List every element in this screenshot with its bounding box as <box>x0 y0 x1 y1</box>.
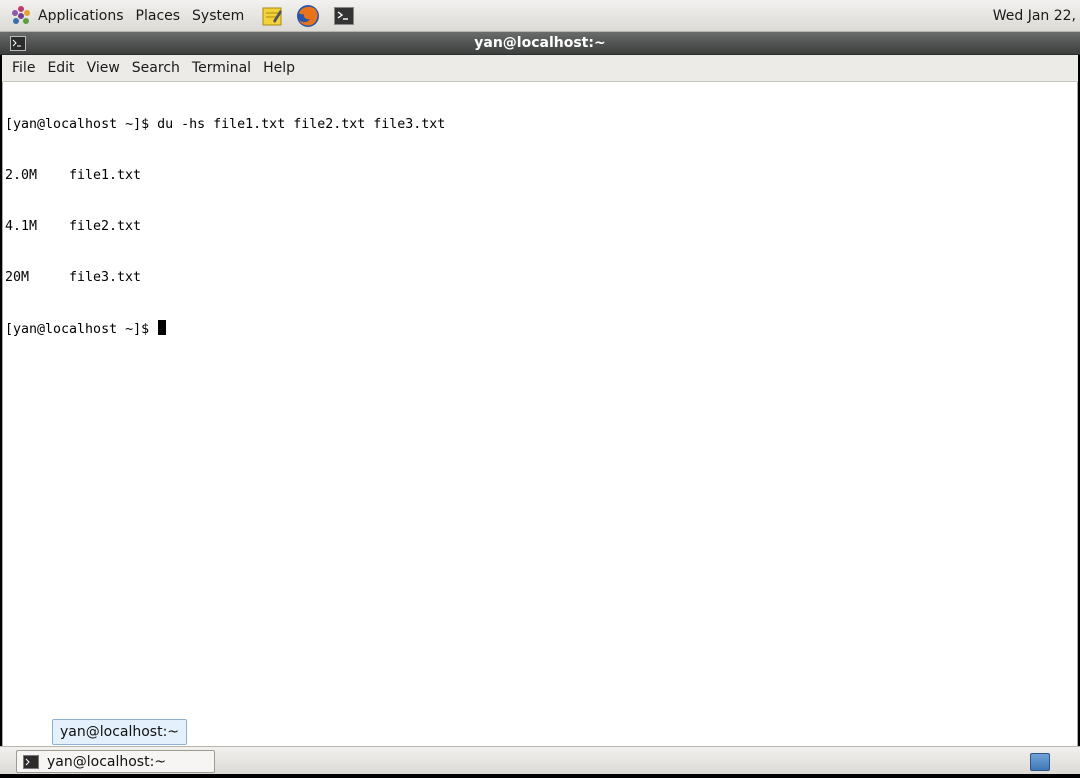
output-file: file3.txt <box>69 270 142 285</box>
command-line: [yan@localhost ~]$ du -hs file1.txt file… <box>5 116 1077 133</box>
output-line: 2.0M file1.txt <box>5 167 1077 184</box>
menu-edit[interactable]: Edit <box>41 60 80 76</box>
command-text: du -hs file1.txt file2.txt file3.txt <box>157 117 446 132</box>
applications-icon <box>10 5 32 27</box>
bottom-panel: yan@localhost:~ <box>0 746 1080 774</box>
output-size: 20M <box>5 270 30 285</box>
applications-menu[interactable]: Applications <box>0 0 130 31</box>
terminal-task-icon <box>23 754 39 769</box>
terminal-window-icon <box>10 36 26 51</box>
applications-label: Applications <box>38 7 124 24</box>
output-file: file1.txt <box>69 168 142 183</box>
menu-file[interactable]: File <box>6 60 41 76</box>
menu-help[interactable]: Help <box>257 60 301 76</box>
menu-view[interactable]: View <box>81 60 126 76</box>
system-menu[interactable]: System <box>186 0 250 31</box>
notes-launcher[interactable] <box>260 4 284 28</box>
notes-icon <box>262 7 283 25</box>
final-prompt-line: [yan@localhost ~]$ <box>5 320 1077 337</box>
output-size: 2.0M <box>5 168 38 183</box>
text-cursor <box>158 320 167 335</box>
screen-edge <box>0 774 1080 778</box>
menu-terminal[interactable]: Terminal <box>186 60 257 76</box>
clock[interactable]: Wed Jan 22, <box>993 0 1076 32</box>
terminal-area[interactable]: [yan@localhost ~]$ du -hs file1.txt file… <box>2 82 1078 746</box>
places-menu[interactable]: Places <box>130 0 187 31</box>
output-line: 20M file3.txt <box>5 269 1077 286</box>
workspace-switcher-icon[interactable] <box>1030 753 1050 771</box>
output-file: file2.txt <box>69 219 142 234</box>
output-line: 4.1M file2.txt <box>5 218 1077 235</box>
firefox-icon <box>297 4 320 27</box>
taskbar-window-label: yan@localhost:~ <box>47 753 167 770</box>
output-size: 4.1M <box>5 219 38 234</box>
final-prompt: [yan@localhost ~]$ <box>5 322 158 337</box>
menubar: File Edit View Search Terminal Help <box>2 55 1078 82</box>
terminal-launcher[interactable] <box>332 4 356 28</box>
taskbar-window-button[interactable]: yan@localhost:~ <box>16 750 215 773</box>
window-title: yan@localhost:~ <box>474 35 606 51</box>
menu-search[interactable]: Search <box>126 60 186 76</box>
prompt: [yan@localhost ~]$ <box>5 117 158 132</box>
taskbar-tooltip: yan@localhost:~ <box>52 719 188 745</box>
top-panel: Applications Places System Wed Jan 22, <box>0 0 1080 32</box>
window-titlebar[interactable]: yan@localhost:~ <box>0 32 1080 55</box>
terminal-icon <box>334 6 355 25</box>
firefox-launcher[interactable] <box>296 4 320 28</box>
